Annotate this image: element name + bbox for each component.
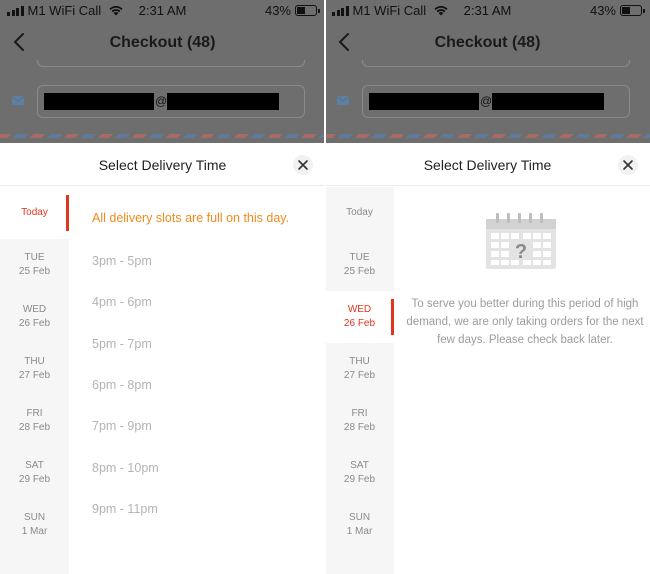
page-title: Checkout (48): [434, 34, 541, 51]
delivery-time-sheet: Select Delivery Time Today TUE 25 Feb WED 26…: [0, 143, 325, 574]
redacted-email-user: [44, 93, 154, 110]
day-date: 25 Feb: [343, 266, 376, 277]
day-name: SAT: [25, 460, 44, 471]
status-bar: M1 WiFi Call 2:31 AM 43%: [325, 0, 650, 22]
airmail-border: [325, 134, 650, 138]
day-item[interactable]: TUE 25 Feb: [325, 239, 394, 291]
day-name: TUE: [24, 252, 45, 263]
email-at-sign: @: [480, 94, 493, 108]
time-slot: 4pm - 6pm: [92, 295, 152, 310]
day-name: Today: [21, 207, 48, 218]
day-item[interactable]: WED 26 Feb: [0, 291, 69, 343]
checkout-background: M1 WiFi Call 2:31 AM 43% Checkout (48) @: [325, 0, 650, 143]
delivery-time-sheet: Select Delivery Time Today TUE 25 Feb WED 26…: [325, 143, 650, 574]
day-date: 26 Feb: [343, 318, 376, 329]
day-list: Today TUE 25 Feb WED 26 Feb THU 27 Feb FRI 28 Fe…: [0, 187, 69, 574]
day-date: 28 Feb: [18, 422, 51, 433]
time-slot: 9pm - 11pm: [92, 501, 158, 516]
screenshot-divider: [324, 0, 326, 574]
email-field[interactable]: @: [37, 85, 305, 118]
checkout-header: Checkout (48): [0, 25, 325, 61]
checkout-background: M1 WiFi Call 2:31 AM 43% Checkout (48) @: [0, 0, 325, 143]
redacted-email-domain: [492, 93, 604, 110]
day-list: Today TUE 25 Feb WED 26 Feb THU 27 Feb FRI 28 Fe…: [325, 187, 394, 574]
selected-day-indicator: [391, 299, 394, 335]
calendar-question-icon: ?: [486, 213, 556, 269]
sheet-header: Select Delivery Time: [325, 143, 650, 186]
time-slot: 5pm - 7pm: [92, 336, 152, 351]
right-screen: M1 WiFi Call 2:31 AM 43% Checkout (48) @…: [325, 0, 650, 574]
time-slot: 8pm - 10pm: [92, 460, 159, 475]
day-item[interactable]: SAT 29 Feb: [0, 447, 69, 499]
mail-icon: [12, 96, 24, 105]
day-item[interactable]: THU 27 Feb: [0, 343, 69, 395]
airmail-border: [0, 134, 325, 138]
day-name: THU: [349, 356, 370, 367]
sheet-title: Select Delivery Time: [423, 157, 552, 173]
day-date: 27 Feb: [18, 370, 51, 381]
time-slot: 3pm - 5pm: [92, 254, 152, 268]
day-name: THU: [24, 356, 45, 367]
day-name: Today: [346, 207, 373, 218]
day-date: 28 Feb: [343, 422, 376, 433]
battery-percent: 43%: [589, 3, 616, 18]
battery-percent: 43%: [264, 3, 291, 18]
day-item[interactable]: WED 26 Feb: [325, 291, 394, 343]
day-item[interactable]: SUN 1 Mar: [325, 499, 394, 551]
day-date: 1 Mar: [21, 526, 48, 537]
sheet-header: Select Delivery Time: [0, 143, 325, 186]
close-button[interactable]: [618, 155, 638, 175]
redacted-email-user: [369, 93, 479, 110]
email-at-sign: @: [155, 94, 168, 108]
day-item[interactable]: TUE 25 Feb: [0, 239, 69, 291]
day-name: FRI: [351, 408, 368, 419]
mail-icon: [337, 96, 349, 105]
redacted-email-domain: [167, 93, 279, 110]
day-date: 25 Feb: [18, 266, 51, 277]
address-card: [37, 60, 305, 67]
page-title: Checkout (48): [109, 34, 216, 51]
day-item[interactable]: Today: [325, 187, 394, 239]
checkout-header: Checkout (48): [325, 25, 650, 61]
day-name: TUE: [349, 252, 370, 263]
close-button[interactable]: [293, 155, 313, 175]
left-screen: M1 WiFi Call 2:31 AM 43% Checkout (48) @…: [0, 0, 325, 574]
day-name: FRI: [26, 408, 43, 419]
day-date: 1 Mar: [346, 526, 373, 537]
day-item[interactable]: SAT 29 Feb: [325, 447, 394, 499]
day-name: SAT: [350, 460, 369, 471]
day-name: SUN: [23, 512, 46, 523]
day-date: 29 Feb: [343, 474, 376, 485]
day-item[interactable]: FRI 28 Feb: [0, 395, 69, 447]
close-icon: [623, 160, 633, 170]
selected-day-indicator: [66, 195, 69, 231]
day-name: SUN: [348, 512, 371, 523]
day-date: 29 Feb: [18, 474, 51, 485]
time-slot: 7pm - 9pm: [92, 419, 152, 434]
email-field[interactable]: @: [362, 85, 630, 118]
sheet-title: Select Delivery Time: [98, 157, 227, 173]
day-name: WED: [22, 304, 47, 315]
day-item[interactable]: THU 27 Feb: [325, 343, 394, 395]
day-date: 27 Feb: [343, 370, 376, 381]
status-bar: M1 WiFi Call 2:31 AM 43%: [0, 0, 325, 22]
day-name: WED: [347, 304, 372, 315]
day-item[interactable]: FRI 28 Feb: [325, 395, 394, 447]
day-item[interactable]: SUN 1 Mar: [0, 499, 69, 551]
battery-icon: [620, 5, 645, 16]
close-icon: [298, 160, 308, 170]
svg-text:?: ?: [515, 241, 527, 263]
day-item[interactable]: Today: [0, 187, 69, 239]
battery-icon: [295, 5, 320, 16]
slots-full-message: All delivery slots are full on this day.: [92, 211, 290, 225]
day-date: 26 Feb: [18, 318, 51, 329]
address-card: [362, 60, 630, 67]
time-slot: 6pm - 8pm: [92, 377, 152, 392]
demand-info-message: To serve you better during this period o…: [406, 298, 644, 346]
